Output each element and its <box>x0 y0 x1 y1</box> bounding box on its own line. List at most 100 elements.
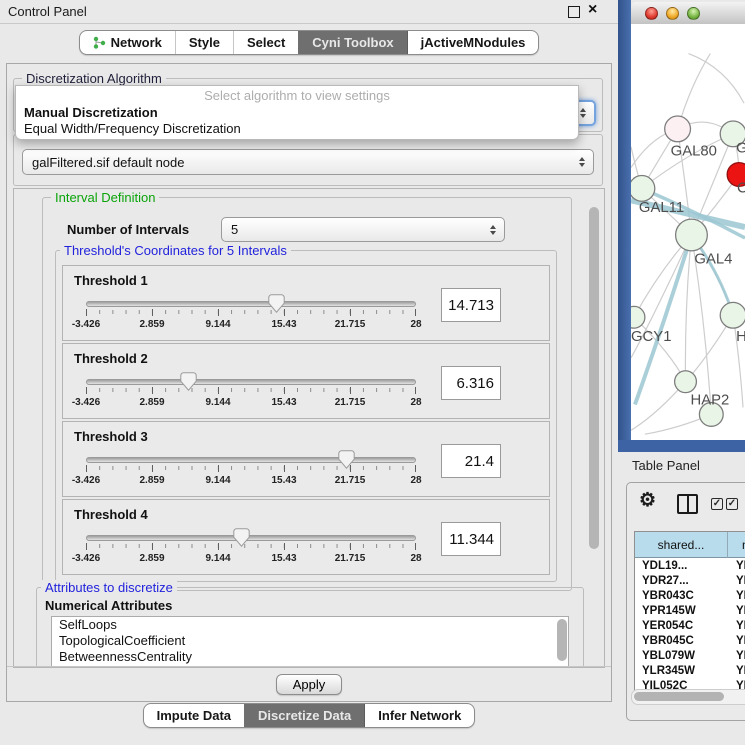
slider-tick-label: 15.43 <box>271 397 296 408</box>
threshold-value-input[interactable] <box>441 522 501 556</box>
table-cell[interactable]: YBL0 <box>728 650 745 662</box>
slider-track[interactable] <box>86 457 416 463</box>
threshold-slider[interactable]: -3.4262.8599.14415.4321.71528 <box>86 294 416 336</box>
column-header-name[interactable]: n <box>728 532 745 558</box>
network-canvas[interactable]: GAL80GACGAL11GAL4GCY1HHAP2 <box>631 24 745 440</box>
slider-track[interactable] <box>86 379 416 385</box>
group-title: Threshold's Coordinates for 5 Intervals <box>60 243 291 258</box>
window-zoom-icon[interactable] <box>687 7 700 20</box>
table-row[interactable]: YBL079WYBL0 <box>635 648 745 663</box>
group-title: Interval Definition <box>51 190 159 205</box>
table-cell[interactable]: YPR1 <box>728 605 745 617</box>
threshold-slider[interactable]: -3.4262.8599.14415.4321.71528 <box>86 450 416 492</box>
slider-minor-ticks <box>86 544 416 548</box>
float-window-icon[interactable] <box>568 6 580 18</box>
dropdown-option-manual-discretization[interactable]: Manual Discretization <box>24 105 158 120</box>
table-cell[interactable]: YLR3 <box>728 665 745 677</box>
split-columns-icon[interactable] <box>677 494 698 514</box>
scrollbar-thumb[interactable] <box>634 692 724 701</box>
threshold-value-input[interactable] <box>441 366 501 400</box>
dropdown-option-equal-width[interactable]: Equal Width/Frequency Discretization <box>24 121 241 136</box>
number-of-intervals-spinner[interactable]: 5 <box>221 217 505 242</box>
table-cell[interactable]: YDL1 <box>728 560 745 572</box>
tab-label: Cyni Toolbox <box>312 35 393 50</box>
tab-impute-data[interactable]: Impute Data <box>144 704 244 727</box>
tab-cyni-toolbox[interactable]: Cyni Toolbox <box>298 31 406 54</box>
horizontal-scrollbar[interactable] <box>631 689 745 705</box>
window-frame <box>618 0 631 452</box>
tab-select[interactable]: Select <box>233 31 298 54</box>
table-cell[interactable]: YBR045C <box>635 635 728 647</box>
slider-major-tick <box>415 387 416 394</box>
table-row[interactable]: YBR043CYBR0 <box>635 588 745 603</box>
scrollbar-thumb[interactable] <box>589 207 599 549</box>
attribute-list-item[interactable]: SelfLoops <box>52 617 568 633</box>
column-header-shared-name[interactable]: shared... <box>635 532 728 558</box>
window-close-icon[interactable] <box>645 7 658 20</box>
tab-jactivemnodules[interactable]: jActiveMNodules <box>407 31 539 54</box>
tab-infer-network[interactable]: Infer Network <box>364 704 474 727</box>
table-cell[interactable]: YLR345W <box>635 665 728 677</box>
table-cell[interactable]: YDR2 <box>728 575 745 587</box>
attributes-list[interactable]: SelfLoopsTopologicalCoefficientBetweenne… <box>51 616 569 668</box>
table-row[interactable]: YDL19...YDL1 <box>635 558 745 573</box>
network-window-titlebar[interactable] <box>631 2 745 25</box>
table-cell[interactable]: YBR043C <box>635 590 728 602</box>
slider-tick-label: 28 <box>410 553 421 564</box>
table-cell[interactable]: YPR145W <box>635 605 728 617</box>
table-cell[interactable]: YER0 <box>728 620 745 632</box>
checkbox-checked-icon[interactable]: ✓ <box>726 498 738 510</box>
list-scrollbar-thumb[interactable] <box>557 619 567 661</box>
close-icon[interactable]: × <box>588 1 597 19</box>
slider-thumb-icon[interactable] <box>338 450 355 469</box>
gear-icon[interactable]: ⚙ <box>639 489 656 512</box>
tab-network[interactable]: Network <box>80 31 175 54</box>
slider-major-tick <box>218 465 219 472</box>
table-cell[interactable]: YBL079W <box>635 650 728 662</box>
tab-label: Infer Network <box>378 708 461 723</box>
attribute-list-item[interactable]: BetweennessCentrality <box>52 649 568 665</box>
slider-tick-label: -3.426 <box>72 475 100 486</box>
slider-tick-label: 9.144 <box>205 319 230 330</box>
table-row[interactable]: YER054CYER0 <box>635 618 745 633</box>
threshold-slider[interactable]: -3.4262.8599.14415.4321.71528 <box>86 372 416 414</box>
table-cell[interactable]: YDL19... <box>635 560 728 572</box>
slider-track[interactable] <box>86 535 416 541</box>
table-header-row: shared... n <box>635 532 745 558</box>
table-row[interactable]: YBR045CYBR0 <box>635 633 745 648</box>
slider-thumb-icon[interactable] <box>268 294 285 313</box>
checkbox-checked-icon[interactable]: ✓ <box>711 498 723 510</box>
settings-scroll-area: Interval Definition Number of Intervals … <box>13 188 605 668</box>
attribute-list-item[interactable]: TopologicalCoefficient <box>52 633 568 649</box>
slider-tick-label: 2.859 <box>139 475 164 486</box>
slider-thumb-icon[interactable] <box>180 372 197 391</box>
table-data-value: galFiltered.sif default node <box>32 155 184 170</box>
table-row[interactable]: YPR145WYPR1 <box>635 603 745 618</box>
table-panel: ⚙ ✓ ✓ shared... n YDL19...YDL1YDR27...YD… <box>626 482 745 721</box>
table-data-combobox[interactable]: galFiltered.sif default node <box>22 149 594 175</box>
threshold-slider[interactable]: -3.4262.8599.14415.4321.71528 <box>86 528 416 570</box>
table-cell[interactable]: YER054C <box>635 620 728 632</box>
node-table: shared... n YDL19...YDL1YDR27...YDR2YBR0… <box>634 531 745 694</box>
table-cell[interactable]: YBR0 <box>728 635 745 647</box>
window-minimize-icon[interactable] <box>666 7 679 20</box>
table-data-group: Table Data galFiltered.sif default node <box>13 134 603 186</box>
tab-discretize-data[interactable]: Discretize Data <box>244 704 364 727</box>
tab-style[interactable]: Style <box>175 31 233 54</box>
table-cell[interactable]: YDR27... <box>635 575 728 587</box>
apply-button[interactable]: Apply <box>276 674 343 695</box>
algorithm-dropdown-popup: Select algorithm to view settings Manual… <box>15 85 579 140</box>
top-tab-bar: Network Style Select Cyni Toolbox jActiv… <box>0 30 618 55</box>
slider-major-tick <box>350 543 351 550</box>
slider-thumb-icon[interactable] <box>233 528 250 547</box>
right-column: GAL80GACGAL11GAL4GCY1HHAP2 Table Panel ⚙… <box>618 0 745 745</box>
slider-major-tick <box>415 309 416 316</box>
slider-tick-label: 21.715 <box>335 397 366 408</box>
table-cell[interactable]: YBR0 <box>728 590 745 602</box>
table-row[interactable]: YDR27...YDR2 <box>635 573 745 588</box>
threshold-value-input[interactable] <box>441 444 501 478</box>
table-row[interactable]: YLR345WYLR3 <box>635 663 745 678</box>
slider-major-tick <box>152 465 153 472</box>
slider-track[interactable] <box>86 301 416 307</box>
threshold-value-input[interactable] <box>441 288 501 322</box>
